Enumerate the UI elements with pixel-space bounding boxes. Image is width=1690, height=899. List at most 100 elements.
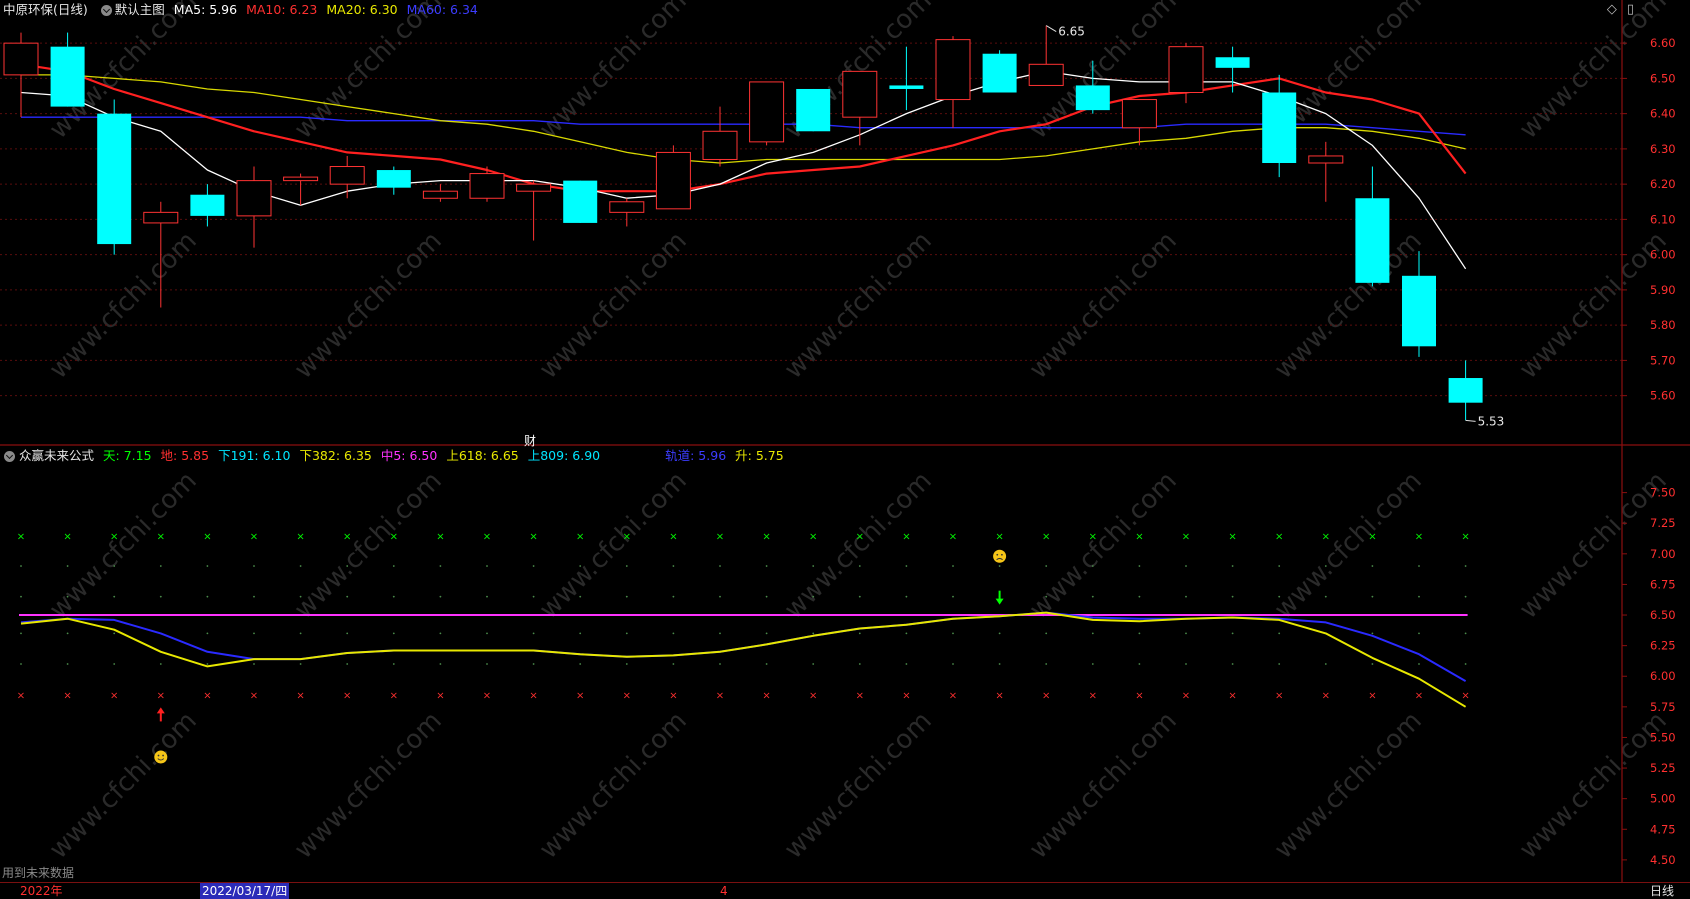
candle-body bbox=[283, 176, 319, 182]
candle bbox=[516, 180, 552, 241]
level-dot-下191 bbox=[20, 663, 22, 665]
level-mark-天: × bbox=[1415, 531, 1423, 542]
candle-body bbox=[422, 190, 458, 199]
main-chart-header: 中原环保(日线) 默认主图 MA5: 5.96 MA10: 6.23 MA20:… bbox=[0, 0, 487, 20]
watermark-text: www.cfchi.com bbox=[779, 226, 938, 385]
candle-body bbox=[1355, 198, 1390, 283]
level-dot-下382 bbox=[1045, 632, 1048, 635]
level-mark-地: × bbox=[250, 691, 258, 702]
candle-body bbox=[563, 180, 598, 223]
candles[interactable] bbox=[3, 25, 1483, 421]
level-shang618: 上618: 6.65 bbox=[446, 448, 519, 463]
stock-title[interactable]: 中原环保(日线) bbox=[3, 0, 88, 20]
indicator-menu-icon[interactable] bbox=[4, 450, 15, 462]
candle bbox=[702, 106, 738, 167]
level-mark-地: × bbox=[529, 691, 537, 702]
level-dot-上809 bbox=[905, 565, 908, 567]
level-dot-下382 bbox=[952, 632, 954, 635]
level-dot-上809 bbox=[486, 565, 488, 567]
indicator-tick-label: 6.75 bbox=[1650, 577, 1676, 591]
indicator-name[interactable]: 众赢未来公式 bbox=[19, 446, 94, 466]
level-dot-上809 bbox=[579, 565, 582, 567]
level-dot-上618 bbox=[1091, 595, 1094, 598]
level-dot-下191 bbox=[625, 663, 628, 665]
watermark-text: www.cfchi.com bbox=[289, 706, 448, 865]
maximize-icon[interactable]: ▯ bbox=[1627, 2, 1634, 17]
candle bbox=[982, 50, 1017, 93]
window-controls: ◇ ▯ bbox=[1607, 2, 1634, 17]
watermark-text: www.cfchi.com bbox=[534, 466, 693, 625]
level-mark-天: × bbox=[529, 531, 537, 542]
candle-body bbox=[329, 166, 365, 185]
candle-body bbox=[982, 53, 1017, 93]
candle-body bbox=[842, 70, 878, 118]
candle-body bbox=[655, 151, 691, 210]
level-mark-天: × bbox=[1461, 531, 1469, 542]
watermark-text: www.cfchi.com bbox=[289, 466, 448, 625]
main-chart-name[interactable]: 默认主图 bbox=[115, 0, 165, 20]
level-mark-地: × bbox=[1415, 691, 1423, 702]
level-dot-下382 bbox=[113, 632, 116, 635]
period-label[interactable]: 日线 bbox=[1650, 883, 1674, 899]
level-dot-下382 bbox=[532, 632, 535, 635]
level-dot-下382 bbox=[253, 632, 255, 635]
level-dot-上618 bbox=[486, 595, 488, 598]
level-dot-下382 bbox=[1278, 632, 1281, 635]
watermark-text: www.cfchi.com bbox=[534, 0, 693, 145]
ma20-label: MA20: 6.30 bbox=[326, 2, 398, 17]
watermark-text: www.cfchi.com bbox=[1024, 706, 1183, 865]
year-label: 2022年 bbox=[20, 884, 63, 898]
level-mark-地: × bbox=[17, 691, 25, 702]
price-tick-label: 6.20 bbox=[1650, 177, 1676, 191]
level-dot-上618 bbox=[1278, 595, 1281, 598]
level-dot-上809 bbox=[1278, 565, 1281, 567]
level-dot-上809 bbox=[812, 565, 815, 567]
level-dot-下191 bbox=[905, 663, 908, 665]
price-tick-label: 5.60 bbox=[1650, 389, 1676, 403]
level-mark-地: × bbox=[1089, 691, 1097, 702]
candle bbox=[236, 166, 272, 248]
candle bbox=[889, 46, 924, 111]
level-mark-地: × bbox=[436, 691, 444, 702]
diamond-icon[interactable]: ◇ bbox=[1607, 2, 1617, 17]
candle-body bbox=[469, 173, 505, 199]
watermark-text: www.cfchi.com bbox=[779, 466, 938, 625]
candle-body bbox=[1308, 155, 1344, 164]
rise-label: 升: 5.75 bbox=[735, 448, 784, 463]
price-annotation: 5.53 bbox=[1465, 414, 1504, 428]
watermark-text: www.cfchi.com bbox=[1514, 466, 1673, 625]
candle-body bbox=[236, 180, 272, 217]
candle-body bbox=[190, 194, 225, 216]
level-dot-上618 bbox=[1464, 595, 1467, 598]
level-dot-下382 bbox=[765, 632, 768, 635]
level-dot-下382 bbox=[346, 632, 349, 635]
level-dot-上618 bbox=[66, 595, 69, 598]
candle bbox=[609, 198, 645, 227]
level-dot-上618 bbox=[1185, 595, 1187, 598]
indicator-tick-label: 6.00 bbox=[1650, 669, 1676, 683]
watermark-text: www.cfchi.com bbox=[1024, 466, 1183, 625]
candle-body bbox=[796, 88, 831, 132]
chart-menu-icon[interactable] bbox=[100, 4, 112, 16]
candle-body bbox=[749, 81, 785, 143]
level-mark-地: × bbox=[1322, 691, 1330, 702]
level-mark-地: × bbox=[902, 691, 910, 702]
level-mark-地: × bbox=[1135, 691, 1143, 702]
watermark: www.cfchi.com www.cfchi.com www.cfchi.com w… bbox=[44, 0, 1673, 865]
level-dot-下191 bbox=[998, 663, 1001, 665]
level-dot-下191 bbox=[1138, 663, 1141, 665]
level-dot-下191 bbox=[299, 663, 302, 665]
level-mark-地: × bbox=[1228, 691, 1236, 702]
level-mark-地: × bbox=[1461, 691, 1469, 702]
level-dot-上618 bbox=[206, 595, 209, 598]
cursor-date: 2022/03/17/四 bbox=[200, 883, 290, 899]
indicator-tick-label: 4.75 bbox=[1650, 822, 1676, 836]
level-dot-上809 bbox=[1091, 565, 1094, 567]
level-dot-下382 bbox=[1185, 632, 1187, 635]
level-dot-上809 bbox=[998, 565, 1001, 567]
level-dot-上618 bbox=[719, 595, 721, 598]
face bbox=[993, 549, 1007, 563]
level-mark-天: × bbox=[1135, 531, 1143, 542]
level-mark-天: × bbox=[809, 531, 817, 542]
level-dot-下191 bbox=[1278, 663, 1281, 665]
